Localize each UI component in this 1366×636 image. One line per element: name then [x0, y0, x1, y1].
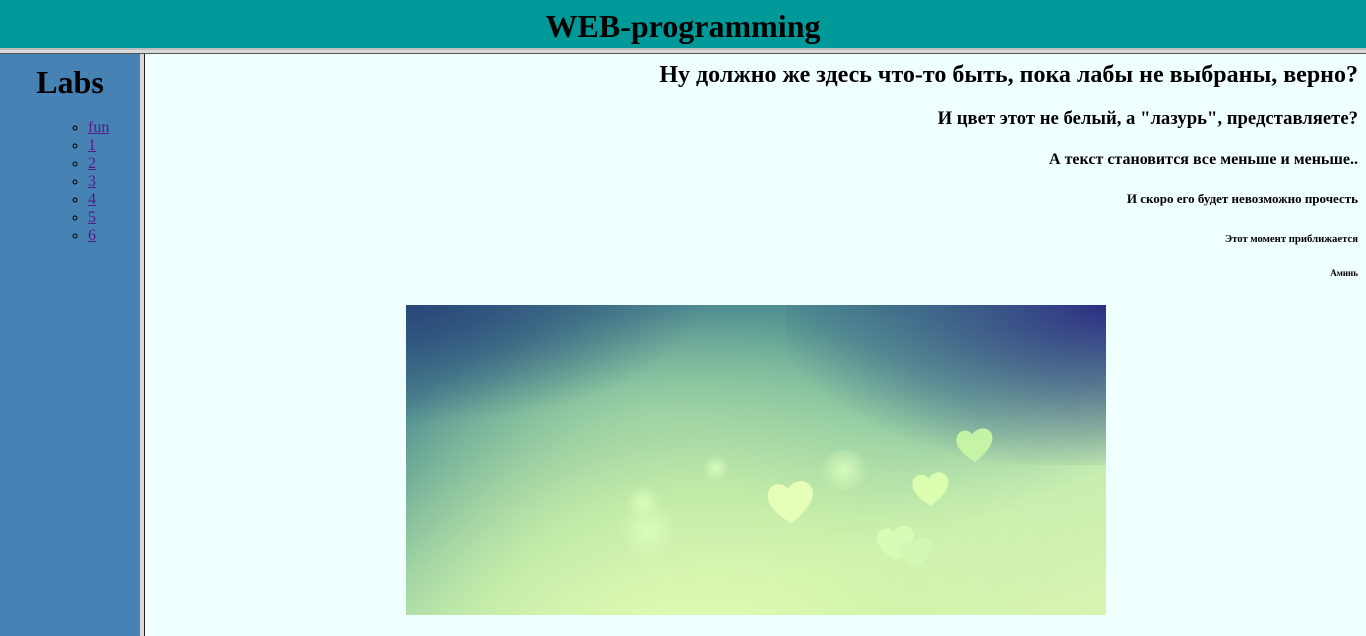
heart-shape: [767, 481, 813, 523]
heading-5: Этот момент приближается: [1224, 233, 1358, 245]
lab-link-1[interactable]: 1: [88, 137, 96, 154]
lab-link-4[interactable]: 4: [88, 191, 96, 208]
bokeh-light: [701, 455, 731, 481]
bokeh-light: [816, 450, 872, 490]
bokeh-light: [626, 485, 660, 519]
heading-3: А текст становится все меньше и меньше..: [1049, 151, 1358, 168]
page-header: WEB-programming: [0, 0, 1366, 50]
sidebar-title: Labs: [36, 64, 104, 100]
lab-link-2[interactable]: 2: [88, 155, 96, 172]
list-item: 3: [88, 173, 140, 191]
sidebar: Labs fun 1 2 3 4 5 6: [0, 54, 144, 636]
list-item: 6: [88, 227, 140, 245]
lab-link-5[interactable]: 5: [88, 209, 96, 226]
hearts-image: [406, 305, 1106, 615]
heading-6: Аминь: [1330, 268, 1358, 278]
labs-nav-list: fun 1 2 3 4 5 6: [0, 119, 140, 245]
sidebar-border: [144, 54, 145, 636]
list-item: 5: [88, 209, 140, 227]
heading-2: И цвет этот не белый, а "лазурь", предст…: [937, 108, 1358, 129]
heart-shape: [899, 537, 932, 569]
lab-link-6[interactable]: 6: [88, 227, 96, 244]
heading-1: Ну должно же здесь что-то быть, пока лаб…: [659, 62, 1358, 88]
page-title: WEB-programming: [545, 8, 821, 44]
heading-4: И скоро его будет невозможно прочесть: [1126, 191, 1358, 206]
lab-link-fun[interactable]: fun: [88, 119, 109, 136]
list-item: 2: [88, 155, 140, 173]
list-item: 4: [88, 191, 140, 209]
list-item: 1: [88, 137, 140, 155]
heart-shape: [956, 428, 993, 462]
lab-link-3[interactable]: 3: [88, 173, 96, 190]
heart-shape: [912, 472, 949, 506]
list-item: fun: [88, 119, 140, 137]
